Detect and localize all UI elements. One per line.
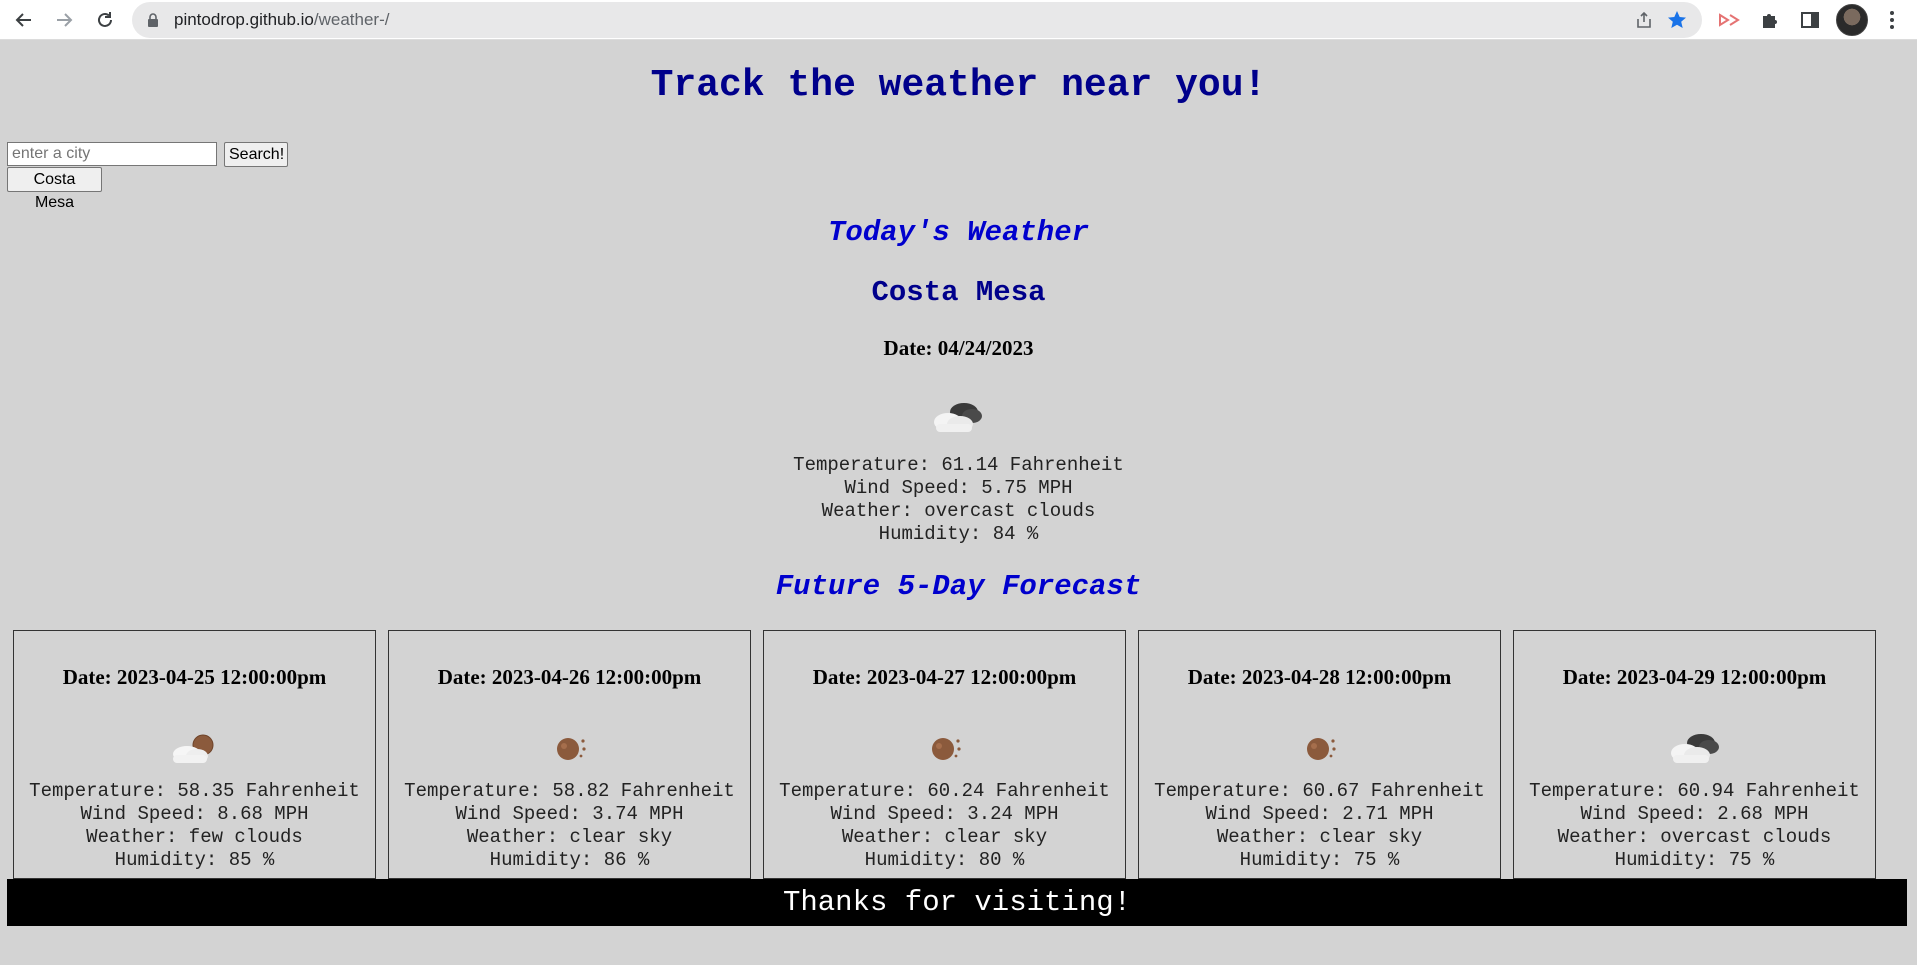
city-search-input[interactable] xyxy=(7,142,217,166)
footer: Thanks for visiting! xyxy=(7,879,1907,926)
forecast-stats: Temperature: 58.35 Fahrenheit Wind Speed… xyxy=(14,780,375,872)
forecast-heading: Future 5-Day Forecast xyxy=(775,570,1142,603)
url-text: pintodrop.github.io/weather-/ xyxy=(174,2,389,38)
today-stats: Temperature: 61.14 Fahrenheit Wind Speed… xyxy=(0,454,1917,546)
forecast-wind-speed: Wind Speed: 3.74 MPH xyxy=(455,803,684,825)
forecast-date: Date: 2023-04-27 12:00:00pm xyxy=(812,665,1077,689)
forecast-weather-desc: Weather: clear sky xyxy=(466,826,673,848)
url-path: /weather-/ xyxy=(313,10,390,29)
forward-button[interactable] xyxy=(48,4,80,36)
forecast-wind-speed: Wind Speed: 2.71 MPH xyxy=(1205,803,1434,825)
forecast-card: Date: 2023-04-25 12:00:00pm Temperature:… xyxy=(13,630,376,879)
forecast-weather-desc: Weather: overcast clouds xyxy=(1557,826,1832,848)
forecast-temperature: Temperature: 58.35 Fahrenheit xyxy=(29,780,360,802)
forecast-stats: Temperature: 60.67 Fahrenheit Wind Speed… xyxy=(1139,780,1500,872)
profile-avatar[interactable] xyxy=(1836,4,1868,36)
history-city-button[interactable]: Costa Mesa xyxy=(7,167,102,211)
few-clouds-icon xyxy=(173,734,214,763)
forecast-weather-desc: Weather: few clouds xyxy=(86,826,303,848)
address-bar[interactable]: pintodrop.github.io/weather-/ xyxy=(132,2,1702,38)
forecast-stats: Temperature: 60.24 Fahrenheit Wind Speed… xyxy=(764,780,1125,872)
current-city-name: Costa Mesa xyxy=(871,276,1046,309)
forecast-date: Date: 2023-04-28 12:00:00pm xyxy=(1187,665,1452,689)
forecast-wind-speed: Wind Speed: 2.68 MPH xyxy=(1580,803,1809,825)
forecast-wind-speed: Wind Speed: 8.68 MPH xyxy=(80,803,309,825)
overcast-clouds-icon xyxy=(1671,734,1719,763)
forecast-humidity: Humidity: 86 % xyxy=(489,849,650,871)
reload-icon xyxy=(98,12,112,27)
forecast-date: Date: 2023-04-29 12:00:00pm xyxy=(1562,665,1827,689)
side-panel-icon[interactable] xyxy=(1796,6,1824,34)
clear-sky-icon xyxy=(932,738,961,760)
browser-menu-icon[interactable] xyxy=(1880,6,1904,34)
today-wind-speed: Wind Speed: 5.75 MPH xyxy=(844,477,1073,499)
forecast-card: Date: 2023-04-26 12:00:00pm Temperature:… xyxy=(388,630,751,879)
share-icon[interactable] xyxy=(1634,10,1654,30)
forecast-temperature: Temperature: 60.94 Fahrenheit xyxy=(1529,780,1860,802)
back-button[interactable] xyxy=(8,4,40,36)
forecast-temperature: Temperature: 60.24 Fahrenheit xyxy=(779,780,1110,802)
forecast-temperature: Temperature: 58.82 Fahrenheit xyxy=(404,780,735,802)
clear-sky-icon xyxy=(1307,738,1336,760)
bookmark-star-icon[interactable] xyxy=(1666,9,1688,31)
todays-weather-heading: Today's Weather xyxy=(827,216,1090,249)
arrow-left-icon xyxy=(15,13,31,27)
overcast-clouds-icon xyxy=(934,403,982,432)
arrow-right-icon xyxy=(57,13,73,27)
search-button[interactable]: Search! xyxy=(224,142,288,167)
forecast-humidity: Humidity: 75 % xyxy=(1614,849,1775,871)
forecast-wind-speed: Wind Speed: 3.24 MPH xyxy=(830,803,1059,825)
forecast-card: Date: 2023-04-29 12:00:00pm Temperature:… xyxy=(1513,630,1876,879)
forecast-humidity: Humidity: 85 % xyxy=(114,849,275,871)
extensions-puzzle-icon[interactable] xyxy=(1756,6,1784,34)
extension-cast-icon[interactable] xyxy=(1715,6,1743,34)
forecast-weather-desc: Weather: clear sky xyxy=(1216,826,1423,848)
forecast-stats: Temperature: 60.94 Fahrenheit Wind Speed… xyxy=(1514,780,1875,872)
forecast-weather-desc: Weather: clear sky xyxy=(841,826,1048,848)
today-date: Date: 04/24/2023 xyxy=(883,336,1034,360)
forecast-humidity: Humidity: 80 % xyxy=(864,849,1025,871)
lock-icon xyxy=(148,13,158,27)
forecast-stats: Temperature: 58.82 Fahrenheit Wind Speed… xyxy=(389,780,750,872)
forecast-date: Date: 2023-04-26 12:00:00pm xyxy=(437,665,702,689)
clear-sky-icon xyxy=(557,738,586,760)
forecast-date: Date: 2023-04-25 12:00:00pm xyxy=(62,665,327,689)
browser-toolbar: pintodrop.github.io/weather-/ xyxy=(0,0,1917,40)
url-domain: pintodrop.github.io xyxy=(174,10,314,29)
today-weather-desc: Weather: overcast clouds xyxy=(821,500,1096,522)
today-humidity: Humidity: 84 % xyxy=(878,523,1039,545)
forecast-temperature: Temperature: 60.67 Fahrenheit xyxy=(1154,780,1485,802)
forecast-humidity: Humidity: 75 % xyxy=(1239,849,1400,871)
page-title: Track the weather near you! xyxy=(650,64,1267,107)
reload-button[interactable] xyxy=(89,4,121,36)
forecast-card: Date: 2023-04-28 12:00:00pm Temperature:… xyxy=(1138,630,1501,879)
today-temperature: Temperature: 61.14 Fahrenheit xyxy=(793,454,1124,476)
forecast-card: Date: 2023-04-27 12:00:00pm Temperature:… xyxy=(763,630,1126,879)
